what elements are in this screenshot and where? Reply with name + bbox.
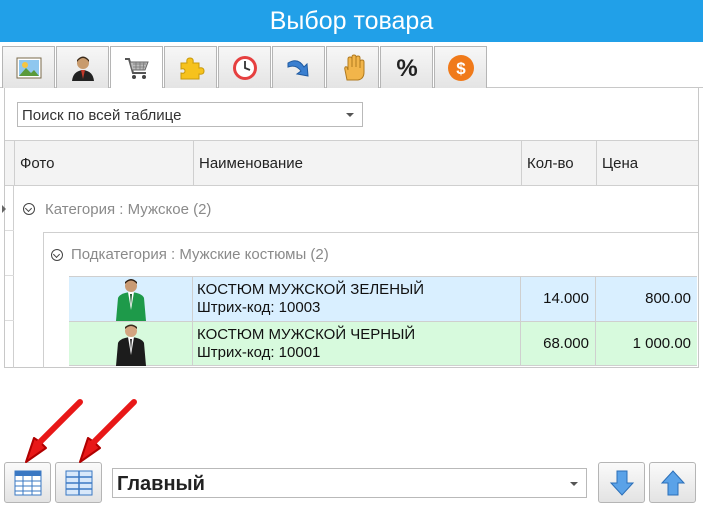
product-price: 1 000.00 [632, 335, 691, 352]
arrow-up-icon [660, 469, 685, 495]
product-barcode: Штрих-код: 10001 [197, 344, 321, 361]
row-indicator-column [5, 186, 14, 368]
tab-cart[interactable] [110, 46, 163, 89]
dollar-icon: $ [447, 54, 474, 81]
cart-icon [124, 58, 149, 79]
move-down-button[interactable] [598, 462, 645, 503]
tab-puzzle[interactable] [164, 46, 217, 88]
grid-header: Фото Наименование Кол-во Цена [5, 140, 698, 186]
product-price: 800.00 [645, 290, 691, 307]
view-selector-value: Главный [117, 473, 205, 495]
hand-icon [343, 53, 364, 80]
window-title: Выбор товара [0, 0, 703, 42]
tab-hand[interactable] [326, 46, 379, 88]
move-up-button[interactable] [649, 462, 696, 503]
tab-dollar[interactable]: $ [434, 46, 487, 88]
search-placeholder: Поиск по всей таблице [22, 107, 182, 124]
arrow-down-icon [609, 470, 634, 496]
column-header-price[interactable]: Цена [596, 141, 697, 185]
product-qty: 14.000 [543, 290, 589, 307]
product-barcode: Штрих-код: 10003 [197, 299, 321, 316]
qty-cell: 14.000 [520, 277, 595, 321]
column-header-photo[interactable]: Фото [14, 141, 193, 185]
product-name: КОСТЮМ МУЖСКОЙ ЧЕРНЫЙ [197, 326, 416, 343]
clock-icon [232, 55, 257, 80]
product-photo-black-suit [116, 324, 146, 366]
price-cell: 1 000.00 [595, 322, 697, 366]
search-input[interactable]: Поиск по всей таблице [17, 102, 363, 127]
product-photo-green-suit [116, 279, 146, 321]
tab-percent[interactable]: % [380, 46, 433, 88]
chevron-down-icon[interactable] [570, 482, 578, 486]
photo-cell [69, 322, 192, 366]
collapse-subgroup-icon[interactable] [51, 249, 63, 261]
tab-bar: % $ [0, 42, 703, 89]
name-cell: КОСТЮМ МУЖСКОЙ ЗЕЛЕНЫЙ Штрих-код: 10003 [192, 277, 520, 321]
chevron-down-icon[interactable] [346, 113, 354, 117]
price-cell: 800.00 [595, 277, 697, 321]
svg-text:$: $ [456, 59, 466, 78]
group-subcategory-label: Подкатегория : Мужские костюмы (2) [71, 246, 329, 263]
group-row-category[interactable]: Категория : Мужское (2) [15, 186, 698, 232]
column-header-qty[interactable]: Кол-во [521, 141, 596, 185]
table-view-icon [14, 470, 41, 495]
qty-cell: 68.000 [520, 322, 595, 366]
annotation-arrow-icon [25, 399, 83, 463]
tab-clock[interactable] [218, 46, 271, 88]
product-qty: 68.000 [543, 335, 589, 352]
photo-cell [69, 277, 192, 321]
user-icon [71, 56, 94, 81]
svg-text:%: % [396, 55, 417, 82]
current-row-indicator-icon [2, 205, 6, 213]
column-header-name[interactable]: Наименование [193, 141, 521, 185]
collapse-group-icon[interactable] [23, 203, 35, 215]
table-view-button[interactable] [4, 462, 51, 503]
card-view-button[interactable] [55, 462, 102, 503]
tab-user[interactable] [56, 46, 109, 88]
product-name: КОСТЮМ МУЖСКОЙ ЗЕЛЕНЫЙ [197, 281, 425, 298]
view-selector[interactable]: Главный [112, 468, 587, 498]
percent-icon: % [396, 55, 417, 82]
card-view-icon [65, 470, 92, 495]
tab-redo[interactable] [272, 46, 325, 88]
group-category-label: Категория : Мужское (2) [45, 201, 212, 218]
picture-icon [16, 57, 41, 78]
name-cell: КОСТЮМ МУЖСКОЙ ЧЕРНЫЙ Штрих-код: 10001 [192, 322, 520, 366]
annotation-arrow-icon [79, 399, 137, 463]
redo-arrow-icon [287, 59, 309, 77]
tab-picture[interactable] [2, 46, 55, 88]
puzzle-icon [180, 56, 205, 79]
table-row[interactable]: КОСТЮМ МУЖСКОЙ ЗЕЛЕНЫЙ Штрих-код: 10003 … [69, 276, 697, 321]
table-row[interactable]: КОСТЮМ МУЖСКОЙ ЧЕРНЫЙ Штрих-код: 10001 6… [69, 321, 697, 366]
